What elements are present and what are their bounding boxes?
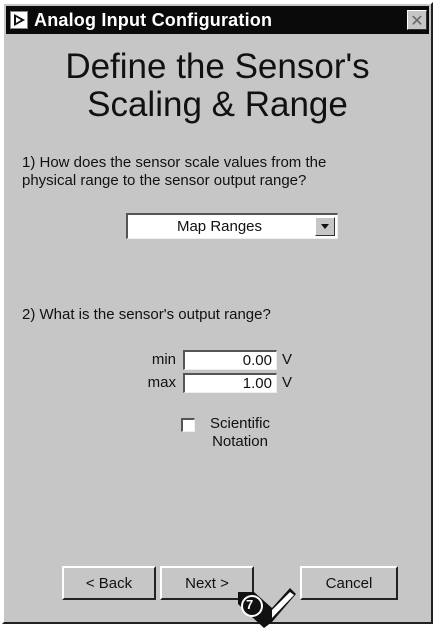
page-title-line-1: Define the Sensor's xyxy=(65,47,370,86)
dialog-window: Analog Input Configuration ✕ Define the … xyxy=(2,2,433,624)
scientific-notation-label-line-2: Notation xyxy=(212,433,268,450)
min-unit: V xyxy=(282,351,293,368)
question-scaling: 1) How does the sensor scale values from… xyxy=(22,154,422,190)
scaling-dropdown[interactable]: Map Ranges xyxy=(126,213,338,239)
min-field[interactable]: 0.00 xyxy=(183,350,277,370)
question-scaling-line-2: physical range to the sensor output rang… xyxy=(22,172,307,189)
max-label: max xyxy=(147,374,176,391)
page-title: Define the Sensor's Scaling & Range xyxy=(4,48,431,124)
title-bar[interactable]: Analog Input Configuration ✕ xyxy=(6,6,429,34)
question-output-range: 2) What is the sensor's output range? xyxy=(22,306,271,323)
page-title-line-2: Scaling & Range xyxy=(87,85,348,124)
min-label: min xyxy=(151,351,176,368)
close-icon[interactable]: ✕ xyxy=(407,10,427,30)
callout-arrow-icon xyxy=(238,588,296,628)
cancel-button[interactable]: Cancel xyxy=(300,566,398,600)
scientific-notation-label-line-1: Scientific xyxy=(209,415,271,432)
scientific-notation-checkbox[interactable] xyxy=(181,418,195,432)
step-callout: 7 xyxy=(224,586,304,628)
labview-arrow-icon xyxy=(10,11,28,29)
scaling-dropdown-value: Map Ranges xyxy=(176,218,263,235)
chevron-down-icon[interactable] xyxy=(315,217,335,236)
scientific-notation-label: Scientific Notation xyxy=(200,415,280,451)
callout-number: 7 xyxy=(246,597,254,612)
back-button[interactable]: < Back xyxy=(62,566,156,600)
max-field[interactable]: 1.00 xyxy=(183,373,277,393)
window-title: Analog Input Configuration xyxy=(34,9,273,30)
question-scaling-line-1: 1) How does the sensor scale values from… xyxy=(22,154,327,171)
max-unit: V xyxy=(282,374,293,391)
